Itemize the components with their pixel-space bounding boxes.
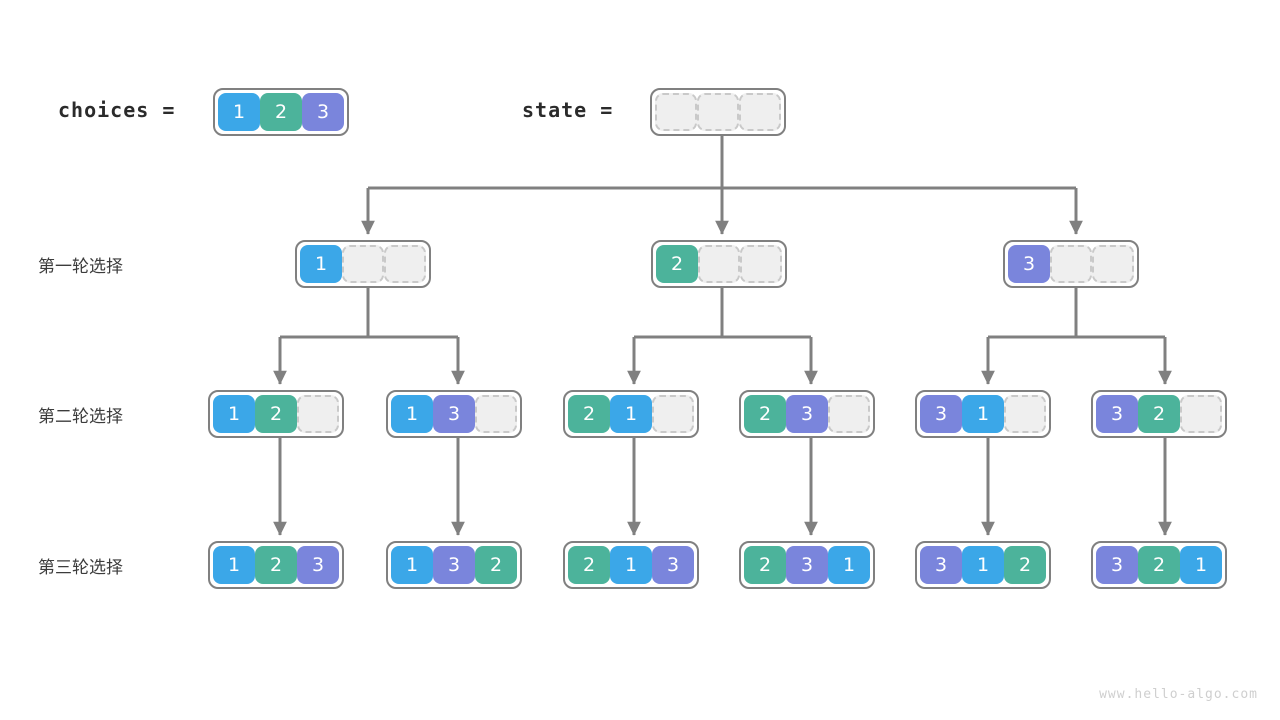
level3-node-1-cell-1: 3 bbox=[433, 546, 475, 584]
level2-node-3-cell-0: 2 bbox=[744, 395, 786, 433]
level1-node-2-cell-1 bbox=[1050, 245, 1092, 283]
level3-node-4-cell-0: 3 bbox=[920, 546, 962, 584]
choices-cell-1: 2 bbox=[260, 93, 302, 131]
level2-node-1-cell-1: 3 bbox=[433, 395, 475, 433]
state-cell-2 bbox=[739, 93, 781, 131]
level3-node-2-cell-0: 2 bbox=[568, 546, 610, 584]
level1-node-1: 2 bbox=[651, 240, 787, 288]
choices-label: choices = bbox=[58, 98, 176, 122]
state-cell-0 bbox=[655, 93, 697, 131]
level3-node-4: 312 bbox=[915, 541, 1051, 589]
row-label-round-3: 第三轮选择 bbox=[38, 558, 123, 578]
level2-node-1-cell-2 bbox=[475, 395, 517, 433]
level3-node-4-cell-2: 2 bbox=[1004, 546, 1046, 584]
level1-node-1-cell-1 bbox=[698, 245, 740, 283]
state-cell-1 bbox=[697, 93, 739, 131]
level2-node-4: 31 bbox=[915, 390, 1051, 438]
level2-node-2-cell-0: 2 bbox=[568, 395, 610, 433]
level1-node-0: 1 bbox=[295, 240, 431, 288]
level2-node-0-cell-0: 1 bbox=[213, 395, 255, 433]
level1-node-0-cell-2 bbox=[384, 245, 426, 283]
choices-array: 123 bbox=[213, 88, 349, 136]
level3-node-3: 231 bbox=[739, 541, 875, 589]
level1-node-0-cell-1 bbox=[342, 245, 384, 283]
state-label: state = bbox=[522, 98, 614, 122]
level3-node-0: 123 bbox=[208, 541, 344, 589]
level2-node-3: 23 bbox=[739, 390, 875, 438]
level3-node-1: 132 bbox=[386, 541, 522, 589]
level2-node-1-cell-0: 1 bbox=[391, 395, 433, 433]
level3-node-0-cell-1: 2 bbox=[255, 546, 297, 584]
level2-node-4-cell-0: 3 bbox=[920, 395, 962, 433]
level2-node-5-cell-2 bbox=[1180, 395, 1222, 433]
level3-node-3-cell-0: 2 bbox=[744, 546, 786, 584]
level3-node-5-cell-1: 2 bbox=[1138, 546, 1180, 584]
level1-node-0-cell-0: 1 bbox=[300, 245, 342, 283]
level3-node-5-cell-2: 1 bbox=[1180, 546, 1222, 584]
row-label-round-2: 第二轮选择 bbox=[38, 407, 123, 427]
level1-node-2-cell-2 bbox=[1092, 245, 1134, 283]
level2-node-0: 12 bbox=[208, 390, 344, 438]
diagram-canvas: choices = 123 state = 第一轮选择 第二轮选择 第三轮选择 … bbox=[0, 0, 1280, 720]
level1-node-1-cell-0: 2 bbox=[656, 245, 698, 283]
level3-node-3-cell-2: 1 bbox=[828, 546, 870, 584]
level2-node-1: 13 bbox=[386, 390, 522, 438]
level2-node-3-cell-2 bbox=[828, 395, 870, 433]
level3-node-0-cell-0: 1 bbox=[213, 546, 255, 584]
level3-node-2-cell-1: 1 bbox=[610, 546, 652, 584]
watermark: www.hello-algo.com bbox=[1099, 687, 1258, 702]
level3-node-2: 213 bbox=[563, 541, 699, 589]
level3-node-0-cell-2: 3 bbox=[297, 546, 339, 584]
level3-node-5-cell-0: 3 bbox=[1096, 546, 1138, 584]
level2-node-5: 32 bbox=[1091, 390, 1227, 438]
choices-cell-2: 3 bbox=[302, 93, 344, 131]
level3-node-5: 321 bbox=[1091, 541, 1227, 589]
state-array bbox=[650, 88, 786, 136]
level2-node-4-cell-2 bbox=[1004, 395, 1046, 433]
level3-node-1-cell-2: 2 bbox=[475, 546, 517, 584]
level2-node-3-cell-1: 3 bbox=[786, 395, 828, 433]
level2-node-5-cell-1: 2 bbox=[1138, 395, 1180, 433]
level2-node-2: 21 bbox=[563, 390, 699, 438]
level1-node-1-cell-2 bbox=[740, 245, 782, 283]
row-label-round-1: 第一轮选择 bbox=[38, 257, 123, 277]
level3-node-4-cell-1: 1 bbox=[962, 546, 1004, 584]
level2-node-2-cell-1: 1 bbox=[610, 395, 652, 433]
level3-node-1-cell-0: 1 bbox=[391, 546, 433, 584]
level2-node-0-cell-1: 2 bbox=[255, 395, 297, 433]
level2-node-2-cell-2 bbox=[652, 395, 694, 433]
level3-node-2-cell-2: 3 bbox=[652, 546, 694, 584]
level3-node-3-cell-1: 3 bbox=[786, 546, 828, 584]
connector-wires bbox=[273, 135, 1172, 536]
level2-node-4-cell-1: 1 bbox=[962, 395, 1004, 433]
level1-node-2: 3 bbox=[1003, 240, 1139, 288]
level1-node-2-cell-0: 3 bbox=[1008, 245, 1050, 283]
level2-node-5-cell-0: 3 bbox=[1096, 395, 1138, 433]
level2-node-0-cell-2 bbox=[297, 395, 339, 433]
choices-cell-0: 1 bbox=[218, 93, 260, 131]
